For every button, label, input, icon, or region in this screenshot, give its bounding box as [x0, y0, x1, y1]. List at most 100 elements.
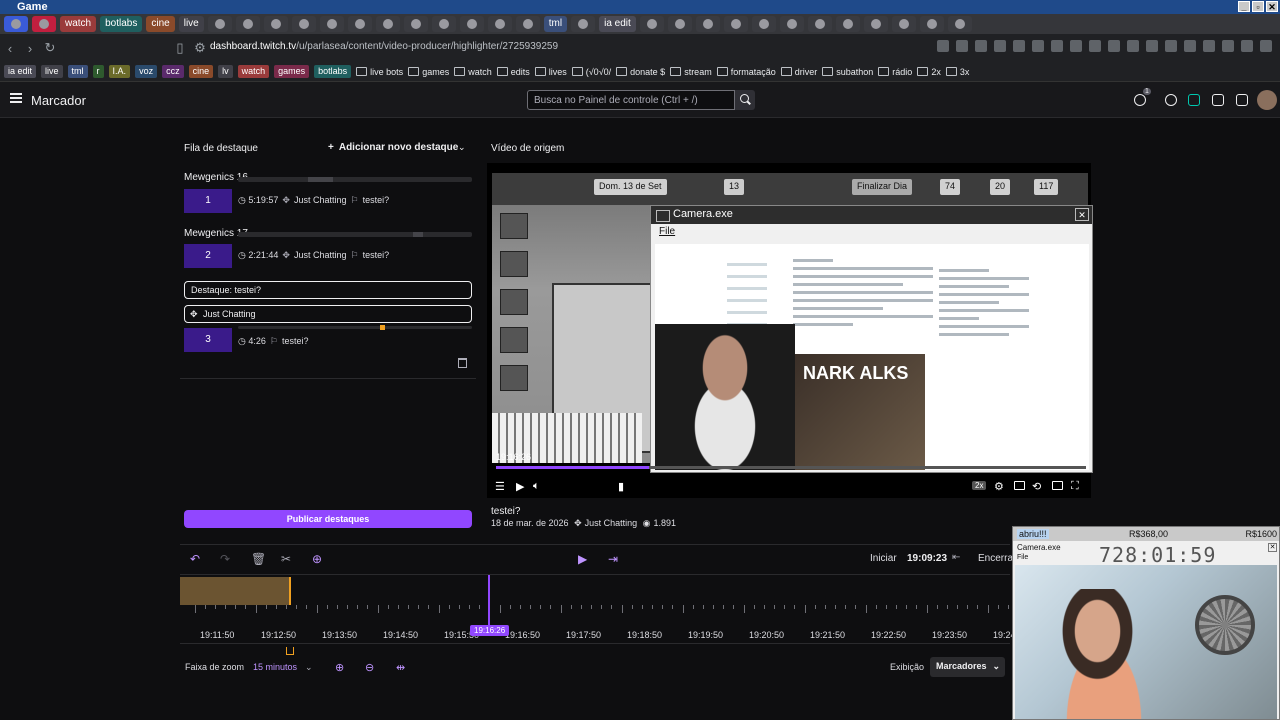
extension-icon[interactable] — [975, 40, 987, 52]
bookmark-folder[interactable]: games — [408, 67, 449, 77]
marker-pin-icon[interactable] — [286, 647, 294, 655]
bookmark-chip[interactable]: r — [92, 65, 104, 78]
chevron-down-icon[interactable]: ⌄ — [458, 142, 466, 153]
extension-icon[interactable] — [1127, 40, 1139, 52]
bookmark-chip[interactable]: I.A. — [108, 65, 131, 78]
file-menu[interactable]: File — [659, 226, 675, 237]
bookmark-folder[interactable]: stream — [670, 67, 712, 77]
browser-tab-icon[interactable] — [947, 16, 972, 32]
reload-icon[interactable]: ↻ — [40, 40, 60, 56]
bookmark-folder[interactable]: 2x — [917, 67, 941, 77]
bookmark-folder[interactable]: watch — [454, 67, 492, 77]
playback-speed-badge[interactable]: 2x — [972, 481, 987, 490]
trash-icon[interactable] — [458, 358, 467, 368]
search-button[interactable] — [735, 90, 755, 110]
view-select[interactable]: Marcadores ⌄ — [930, 657, 1005, 677]
browser-tab-icon[interactable] — [723, 16, 748, 32]
add-highlight-button[interactable]: + Adicionar novo destaque — [328, 142, 458, 153]
extension-icon[interactable] — [994, 40, 1006, 52]
browser-tab-icon[interactable] — [515, 16, 540, 32]
browser-tab-icon[interactable] — [919, 16, 944, 32]
browser-tab-icon[interactable] — [319, 16, 344, 32]
redo-icon[interactable]: ↷ — [220, 552, 230, 566]
bookmark-chip[interactable]: cine — [188, 65, 214, 78]
browser-tab-icon[interactable] — [487, 16, 512, 32]
extension-icon[interactable] — [1051, 40, 1063, 52]
jump-to-start-icon[interactable]: ⇤ — [952, 552, 960, 563]
highlight-row[interactable]: 1 ◷ 5:19:57 ✥ Just Chatting ⚐ testei? — [184, 177, 472, 213]
close-icon[interactable]: ✕ — [1266, 1, 1278, 12]
bookmark-chip[interactable]: voz — [135, 65, 158, 78]
timeline-selection[interactable] — [180, 577, 291, 605]
highlight-title-field[interactable]: Destaque: testei? — [184, 281, 472, 299]
camera-window[interactable]: Camera.exe ✕ File NARK ALKS — [650, 205, 1093, 473]
search-input[interactable]: Busca no Painel de controle (Ctrl + /) — [527, 90, 735, 110]
bookmark-chip[interactable]: botlabs — [314, 65, 352, 78]
browser-tab-icon[interactable] — [347, 16, 372, 32]
add-marker-icon[interactable]: ⊕ — [312, 552, 322, 566]
bookmark-folder[interactable]: live bots — [356, 67, 403, 77]
browser-tab-icon[interactable] — [639, 16, 664, 32]
url-field[interactable]: dashboard.twitch.tv/u/parlasea/content/v… — [210, 41, 558, 52]
bookmark-chip[interactable]: games — [274, 65, 310, 78]
forward-icon[interactable]: › — [20, 41, 40, 56]
browser-tab-icon[interactable] — [751, 16, 776, 32]
bookmark-chip[interactable]: live — [41, 65, 63, 78]
start-time[interactable]: 19:09:23 — [907, 553, 947, 564]
browser-tab-icon[interactable] — [291, 16, 316, 32]
extension-icon[interactable] — [1241, 40, 1253, 52]
skip-to-end-icon[interactable]: ⇥ — [608, 552, 618, 566]
browser-tab[interactable]: cine — [146, 16, 175, 32]
bookmark-folder[interactable]: driver — [781, 67, 818, 77]
browser-tab-icon[interactable] — [835, 16, 860, 32]
highlight-row[interactable]: 2 ◷ 2:21:44 ✥ Just Chatting ⚐ testei? — [184, 232, 472, 268]
magic-icon[interactable] — [1188, 94, 1200, 106]
zoom-select[interactable]: 15 minutos ⌄ — [253, 662, 313, 673]
pip-icon[interactable] — [1052, 481, 1063, 490]
browser-tab-icon[interactable] — [863, 16, 888, 32]
trash-icon[interactable]: 🗑︎ — [251, 552, 266, 566]
browser-tab-icon[interactable] — [891, 16, 916, 32]
browser-tab-icon[interactable] — [375, 16, 400, 32]
bookmark-chip[interactable]: ccz — [162, 65, 184, 78]
clip-icon[interactable]: ⟲ — [1032, 480, 1041, 493]
bookmark-chip[interactable]: ia edit — [4, 65, 37, 78]
extension-icon[interactable] — [1260, 40, 1272, 52]
browser-tab[interactable]: live — [178, 16, 204, 32]
play-icon[interactable]: ▶ — [578, 552, 587, 566]
extension-icon[interactable] — [956, 40, 968, 52]
browser-tab-icon[interactable] — [235, 16, 260, 32]
browser-tab-icon[interactable] — [459, 16, 484, 32]
browser-tab-icon[interactable] — [571, 16, 596, 32]
browser-tab-icon[interactable] — [807, 16, 832, 32]
extension-icon[interactable] — [1089, 40, 1101, 52]
bookmark-chip[interactable]: tml — [67, 65, 88, 78]
bookmark-folder[interactable]: rádio — [878, 67, 912, 77]
extension-icon[interactable] — [1032, 40, 1044, 52]
bookmark-folder[interactable]: formatação — [717, 67, 776, 77]
browser-tab-icon[interactable] — [431, 16, 456, 32]
extension-icon[interactable] — [1013, 40, 1025, 52]
extension-icon[interactable] — [1203, 40, 1215, 52]
browser-tab[interactable]: ia edit — [599, 16, 636, 32]
bookmark-folder[interactable]: 3x — [946, 67, 970, 77]
list-icon[interactable]: ☰ — [495, 480, 505, 493]
browser-tab-icon[interactable] — [695, 16, 720, 32]
bookmark-chip[interactable]: lv — [218, 65, 233, 78]
bookmark-folder[interactable]: lives — [535, 67, 567, 77]
extension-icon[interactable] — [1184, 40, 1196, 52]
browser-tab[interactable]: tml — [543, 16, 568, 32]
undo-icon[interactable]: ↶ — [190, 552, 200, 566]
extension-icon[interactable] — [1222, 40, 1234, 52]
zoom-out-icon[interactable]: ⊖ — [365, 661, 374, 674]
highlight-row-active[interactable]: 3 ◷ 4:26 ⚐ testei? — [184, 325, 472, 352]
browser-tab-icon[interactable] — [4, 16, 28, 32]
play-icon[interactable]: ▶ — [516, 480, 524, 493]
browser-tab-icon[interactable] — [779, 16, 804, 32]
scissors-icon[interactable]: ✂ — [281, 552, 291, 566]
browser-tab-icon[interactable] — [32, 16, 56, 32]
back-icon[interactable]: ‹ — [0, 41, 20, 56]
highlight-category-field[interactable]: ✥ Just Chatting — [184, 305, 472, 323]
browser-tab-icon[interactable] — [667, 16, 692, 32]
extension-icon[interactable] — [1146, 40, 1158, 52]
